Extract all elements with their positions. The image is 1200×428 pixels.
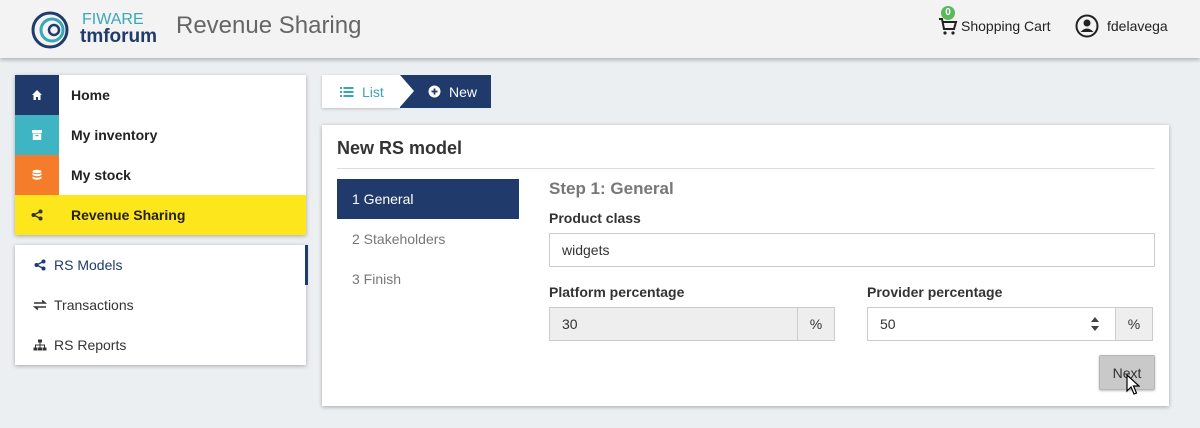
sidebar-item-home[interactable]: Home: [15, 75, 306, 115]
sidebar-item-label: My stock: [71, 167, 131, 183]
sidebar-item-rs-reports[interactable]: RS Reports: [15, 325, 306, 365]
wizard-steps: 1 General 2 Stakeholders 3 Finish: [337, 179, 519, 299]
sidebar-item-label: RS Reports: [54, 337, 127, 353]
breadcrumb-list-label: List: [362, 83, 384, 100]
cart-icon: 0: [938, 6, 958, 36]
user-menu[interactable]: fdelavega: [1075, 14, 1168, 38]
user-icon: [1075, 14, 1099, 38]
mouse-cursor-icon: [1126, 374, 1140, 395]
username: fdelavega: [1107, 18, 1168, 34]
sidebar-item-label: RS Models: [54, 257, 123, 273]
share-icon: [15, 195, 59, 235]
share-icon: [33, 258, 47, 272]
step-stakeholders[interactable]: 2 Stakeholders: [337, 219, 519, 259]
provider-percentage-input[interactable]: 50: [867, 307, 1116, 341]
sidebar-item-transactions[interactable]: Transactions: [15, 285, 306, 325]
brand-line2: tmforum: [80, 26, 157, 47]
app-title: Revenue Sharing: [176, 12, 362, 39]
provider-percentage-label: Provider percentage: [867, 284, 1003, 300]
sidebar-item-label: Revenue Sharing: [71, 207, 186, 223]
sidebar-item-label: Home: [71, 87, 110, 103]
cart-label: Shopping Cart: [961, 18, 1051, 34]
app-header: FIWARE tmforum Revenue Sharing 0 Shoppin…: [0, 0, 1200, 58]
sidebar-item-my-inventory[interactable]: My inventory: [15, 115, 306, 155]
step-title: Step 1: General: [549, 179, 674, 198]
sidebar-sub-menu: RS Models Transactions RS Reports: [15, 245, 308, 365]
new-rs-model-panel: New RS model 1 General 2 Stakeholders 3 …: [322, 125, 1169, 406]
sidebar-item-rs-models[interactable]: RS Models: [15, 245, 308, 285]
archive-icon: [15, 115, 59, 155]
panel-divider: [337, 168, 1155, 169]
platform-percent-addon: %: [797, 307, 835, 341]
step-general[interactable]: 1 General: [337, 179, 519, 219]
plus-circle-icon: [428, 85, 441, 98]
step-finish[interactable]: 3 Finish: [337, 259, 519, 299]
panel-title: New RS model: [337, 138, 463, 158]
shopping-cart-link[interactable]: 0 Shopping Cart: [938, 6, 1051, 38]
breadcrumb-list[interactable]: List: [322, 75, 414, 108]
exchange-icon: [33, 298, 47, 312]
database-icon: [15, 155, 59, 195]
breadcrumb: List New: [322, 75, 491, 108]
sidebar-item-my-stock[interactable]: My stock: [15, 155, 306, 195]
number-spinner-icon[interactable]: [1088, 314, 1102, 334]
list-icon: [340, 86, 354, 98]
fiware-tmforum-logo[interactable]: FIWARE tmforum: [30, 6, 170, 50]
sidebar-item-label: Transactions: [54, 297, 134, 313]
home-icon: [15, 75, 59, 115]
sidebar-item-revenue-sharing[interactable]: Revenue Sharing: [15, 195, 306, 235]
product-class-label: Product class: [549, 210, 641, 226]
breadcrumb-new-label: New: [449, 83, 478, 100]
sidebar-item-label: My inventory: [71, 127, 158, 143]
sidebar-main-menu: Home My inventory My stock Revenue Shari…: [15, 75, 306, 235]
provider-percent-addon: %: [1115, 307, 1153, 341]
product-class-input[interactable]: widgets: [549, 233, 1155, 267]
platform-percentage-input: 30: [549, 307, 798, 341]
sitemap-icon: [33, 338, 47, 352]
platform-percentage-label: Platform percentage: [549, 284, 685, 300]
cart-count-badge: 0: [941, 6, 955, 20]
